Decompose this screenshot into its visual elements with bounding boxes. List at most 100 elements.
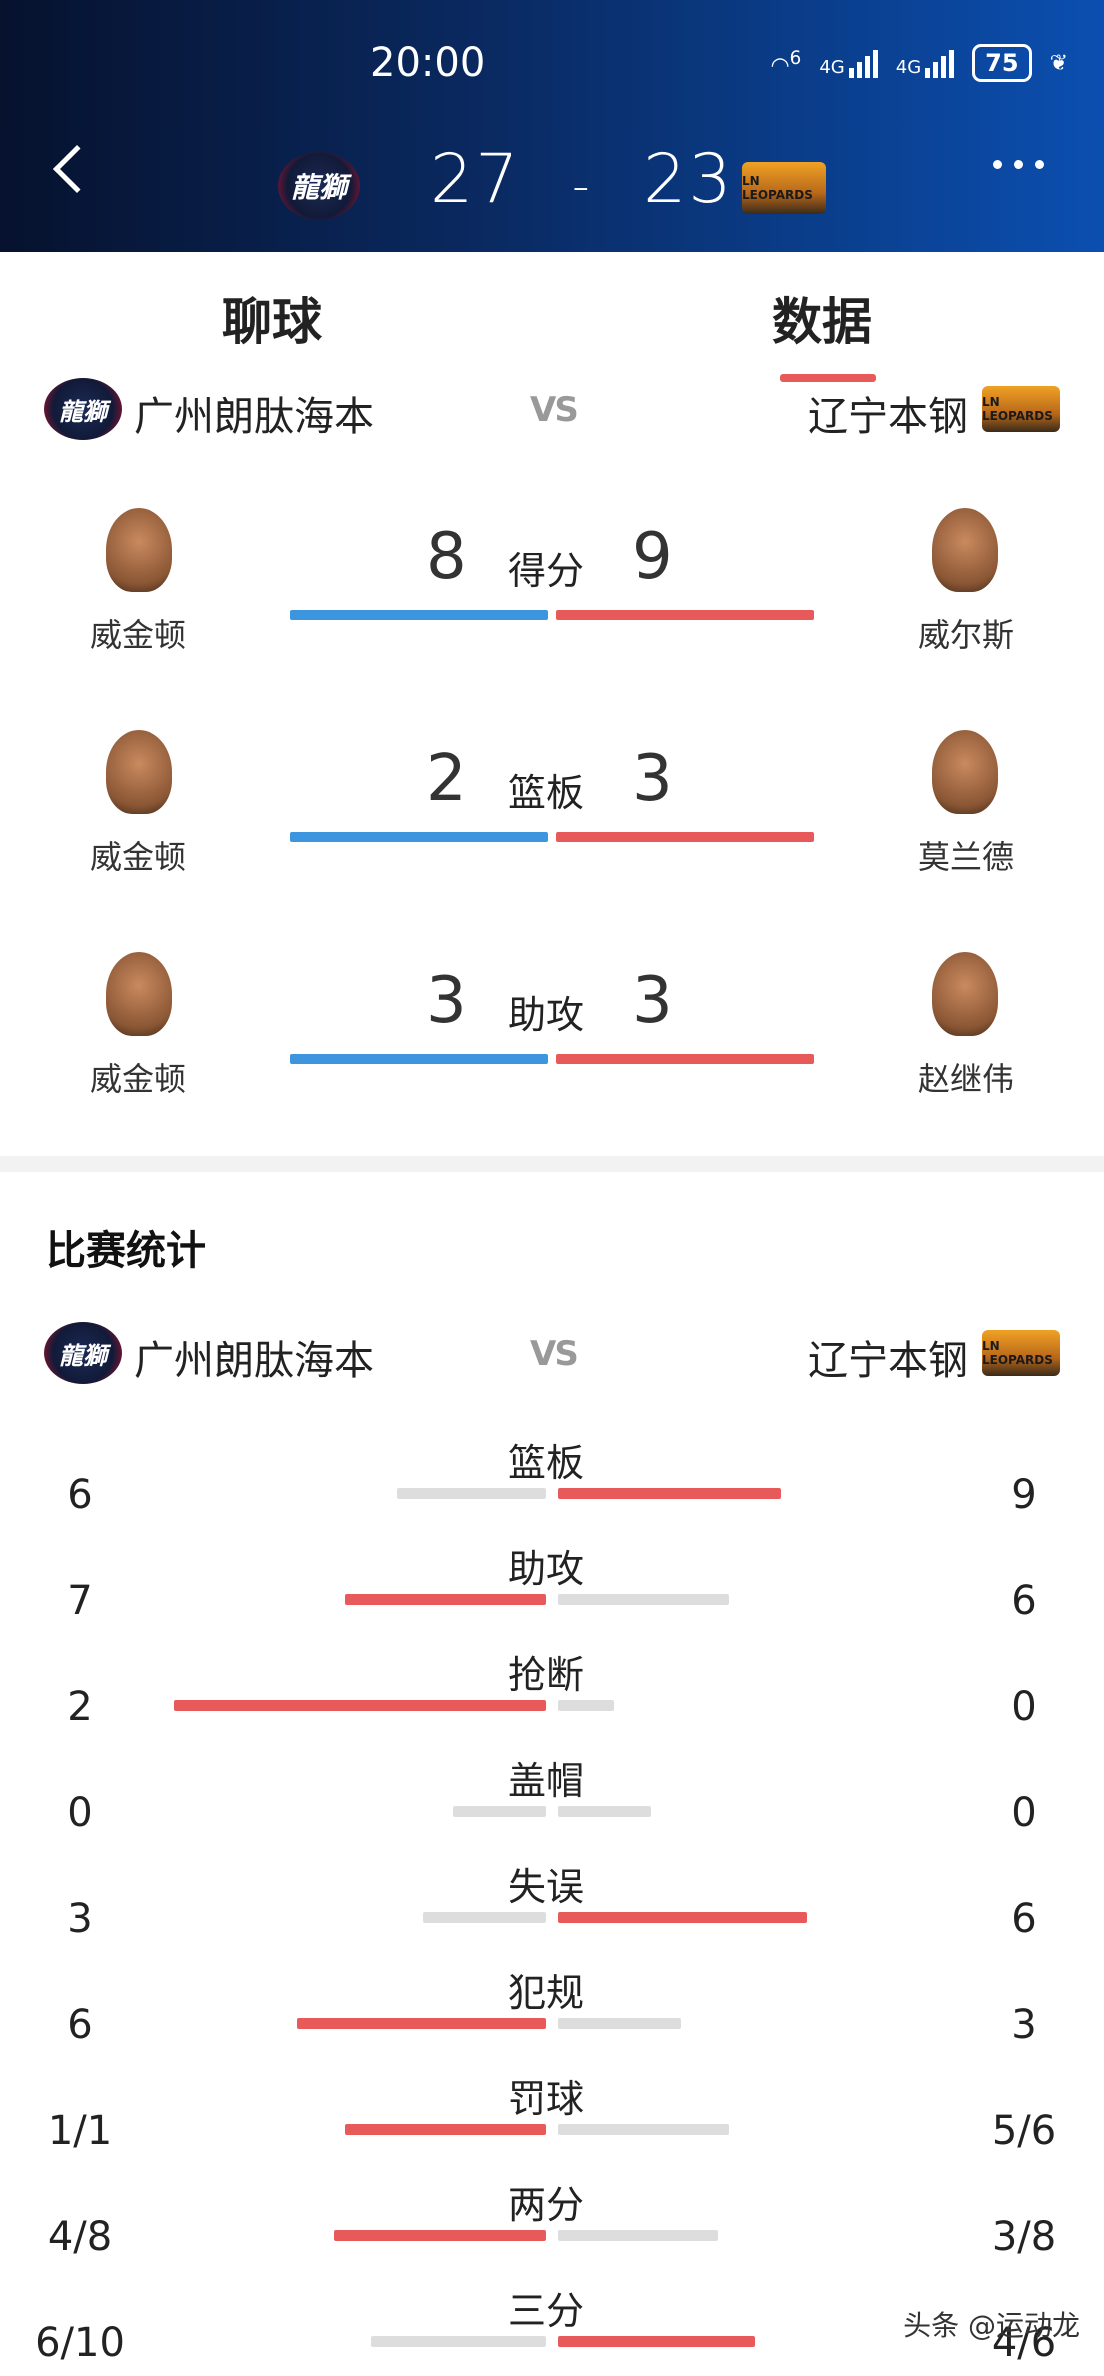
match-header: 20:00 ◠6 4G 4G 75 ❦ 龍獅 27 - 23 LN LEOPAR… [0, 0, 1104, 252]
away-score: 23 [643, 140, 734, 219]
home-stat-value: 6 [67, 2002, 93, 2048]
watermark: 头条 @运动龙 [903, 2309, 1080, 2342]
scoreboard: 27 - 23 [430, 140, 734, 219]
home-player-name: 威金顿 [89, 1060, 186, 1098]
home-stat-value: 4/8 [47, 2214, 113, 2260]
home-stat-bar [297, 2018, 546, 2029]
home-stat-bar [397, 1488, 546, 1499]
away-team-name: 辽宁本钢 [808, 1338, 968, 1384]
stat-category: 篮板 [508, 1441, 585, 1485]
score-separator: - [572, 158, 592, 214]
tab-chat[interactable]: 聊球 [222, 282, 322, 354]
stat-row: 盖帽 0 0 [0, 1750, 1104, 1856]
stat-row: 篮板 6 9 [0, 1432, 1104, 1538]
vs-label: VS [530, 390, 579, 430]
avatar [106, 730, 172, 814]
stat-category: 助攻 [508, 1547, 585, 1591]
home-leader-bar [290, 1054, 548, 1064]
away-stat-bar [558, 2018, 681, 2029]
away-stat-value: 0 [1011, 1684, 1037, 1730]
home-stat-value: 3 [67, 1896, 93, 1942]
stat-row: 失误 3 6 [0, 1856, 1104, 1962]
away-stat-bar [558, 2230, 718, 2241]
home-stat-value: 1/1 [47, 2108, 113, 2154]
leader-row: 威金顿 3 助攻 3 赵继伟 [0, 952, 1104, 1102]
stat-category: 犯规 [508, 1971, 585, 2015]
home-stat-value: 6/10 [35, 2320, 125, 2366]
battery-indicator: 75 [972, 44, 1032, 82]
away-stat-bar [558, 1488, 781, 1499]
away-leader-value: 9 [632, 520, 673, 594]
away-stat-bar [558, 2124, 729, 2135]
stat-row: 抢断 2 0 [0, 1644, 1104, 1750]
home-team-logo: 龍獅 [44, 378, 122, 440]
home-leader-value: 8 [426, 520, 467, 594]
away-team-name: 辽宁本钢 [808, 394, 968, 440]
leader-category: 得分 [508, 549, 585, 593]
stat-row: 助攻 7 6 [0, 1538, 1104, 1644]
away-stat-value: 5/6 [991, 2108, 1057, 2154]
away-team-logo: LN LEOPARDS [982, 386, 1060, 432]
avatar [932, 730, 998, 814]
away-leader-value: 3 [632, 964, 673, 1038]
stat-row: 罚球 1/1 5/6 [0, 2068, 1104, 2174]
home-stat-bar [345, 2124, 546, 2135]
away-leader-bar [556, 1054, 814, 1064]
tab-bar: 聊球 数据 [0, 252, 1104, 382]
leaf-icon: ❦ [1049, 50, 1068, 76]
stat-row: 两分 4/8 3/8 [0, 2174, 1104, 2280]
home-stat-bar [174, 1700, 546, 1711]
away-leader-bar [556, 610, 814, 620]
home-leader-value: 3 [426, 964, 467, 1038]
away-team-logo: LN LEOPARDS [982, 1330, 1060, 1376]
leader-category: 助攻 [508, 993, 585, 1037]
stat-category: 三分 [508, 2289, 585, 2333]
away-stat-bar [558, 2336, 755, 2347]
stat-category: 盖帽 [508, 1759, 585, 1803]
home-stat-bar [423, 1912, 546, 1923]
status-time: 20:00 [370, 40, 486, 86]
home-team-name: 广州朗肽海本 [134, 394, 374, 440]
avatar [106, 952, 172, 1036]
home-leader-bar [290, 610, 548, 620]
away-stat-bar [558, 1594, 729, 1605]
away-leader-value: 3 [632, 742, 673, 816]
home-stat-value: 2 [67, 1684, 93, 1730]
avatar [932, 508, 998, 592]
team-header-row: 龍獅 广州朗肽海本 VS 辽宁本钢 LN LEOPARDS [0, 1322, 1104, 1392]
stat-category: 失误 [508, 1865, 585, 1909]
away-stat-value: 3 [1011, 2002, 1037, 2048]
home-team-logo: 龍獅 [44, 1322, 122, 1384]
away-player-name: 莫兰德 [917, 838, 1014, 876]
status-icons: ◠6 4G 4G 75 ❦ [770, 44, 1068, 82]
home-score: 27 [430, 140, 521, 219]
stat-row: 犯规 6 3 [0, 1962, 1104, 2068]
away-stat-value: 3/8 [991, 2214, 1057, 2260]
avatar [106, 508, 172, 592]
away-team-logo: LN LEOPARDS [742, 162, 826, 214]
avatar [932, 952, 998, 1036]
home-player-name: 威金顿 [89, 616, 186, 654]
away-stat-bar [558, 1806, 651, 1817]
away-stat-value: 0 [1011, 1790, 1037, 1836]
leader-row: 威金顿 2 篮板 3 莫兰德 [0, 730, 1104, 880]
section-title: 比赛统计 [46, 1228, 206, 1274]
stat-category: 罚球 [508, 2077, 585, 2121]
stat-category: 抢断 [508, 1653, 585, 1697]
home-stat-bar [453, 1806, 546, 1817]
home-leader-value: 2 [426, 742, 467, 816]
away-stat-bar [558, 1912, 807, 1923]
away-stat-value: 9 [1011, 1472, 1037, 1518]
back-button[interactable] [52, 144, 102, 194]
home-stat-bar [345, 1594, 546, 1605]
away-player-name: 威尔斯 [917, 616, 1014, 654]
home-team-logo: 龍獅 [278, 152, 360, 220]
more-options-button[interactable] [993, 160, 1044, 169]
tab-data[interactable]: 数据 [772, 282, 872, 354]
signal-icon: 4G [896, 48, 955, 78]
wifi-icon: ◠6 [770, 47, 802, 79]
away-stat-value: 6 [1011, 1896, 1037, 1942]
vs-label: VS [530, 1334, 579, 1374]
away-stat-bar [558, 1700, 614, 1711]
home-player-name: 威金顿 [89, 838, 186, 876]
